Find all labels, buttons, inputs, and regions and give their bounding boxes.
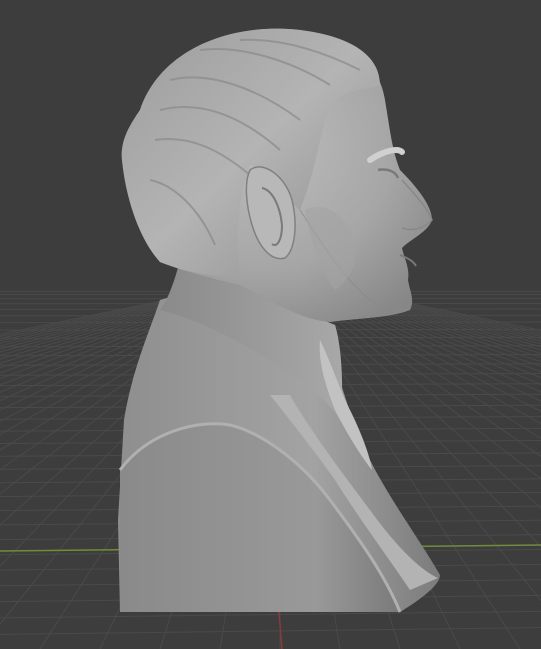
3d-viewport[interactable] <box>0 0 541 649</box>
grid-line <box>0 610 541 619</box>
viewport-canvas[interactable] <box>0 0 541 649</box>
grid-line <box>0 627 541 635</box>
bust-model[interactable] <box>118 28 440 613</box>
